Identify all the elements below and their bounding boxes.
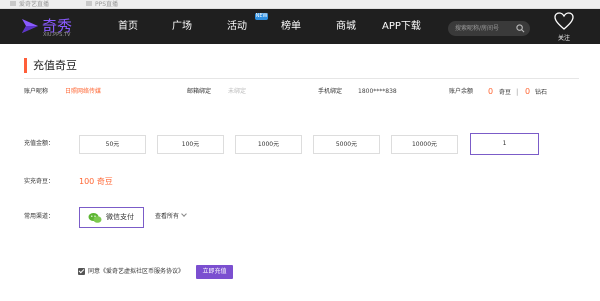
agreement-checkbox[interactable] <box>78 268 85 275</box>
site-logo[interactable]: 奇秀 XIU.PPS.TV <box>20 14 80 40</box>
amount-option-5000[interactable]: 5000元 <box>313 135 380 154</box>
wechat-icon <box>88 213 102 223</box>
agreement-text[interactable]: 同意《爱奇艺虚拟社区币服务协议》 <box>88 267 184 277</box>
nav-events[interactable]: 活动 <box>227 9 247 44</box>
bookmark-label: PPS直播 <box>95 1 119 8</box>
favicon-icon <box>86 1 92 6</box>
new-badge: NEW <box>255 13 268 20</box>
balance-label: 账户余额 <box>449 88 474 95</box>
phone-value: 1800****838 <box>358 88 397 95</box>
nav-app-download[interactable]: APP下载 <box>382 9 421 44</box>
favicon-icon <box>10 1 16 6</box>
recharge-submit-button[interactable]: 立即充值 <box>196 265 233 279</box>
bookmark-item[interactable]: 爱奇艺直播 <box>10 0 49 9</box>
follow-label: 关注 <box>557 35 570 42</box>
follow-button[interactable]: 关注 <box>553 11 575 42</box>
nav-rankings[interactable]: 榜单 <box>281 9 301 44</box>
qidou-unit: 奇豆 <box>499 89 512 96</box>
amount-option-100[interactable]: 100元 <box>157 135 224 154</box>
nav-home[interactable]: 首页 <box>118 9 138 44</box>
balance-separator: | <box>516 88 519 96</box>
top-navigation: 奇秀 XIU.PPS.TV 首页 广场 活动 NEW 榜单 商城 APP下载 搜… <box>0 9 600 44</box>
wechat-pay-option[interactable]: 微信支付 <box>79 207 144 228</box>
see-all-label: 查看所有 <box>155 213 180 220</box>
amount-option-10000[interactable]: 10000元 <box>391 135 458 154</box>
email-value: 未绑定 <box>228 88 247 95</box>
bookmark-bar: 爱奇艺直播 PPS直播 <box>0 0 600 9</box>
see-all-channels[interactable]: 查看所有 <box>155 211 187 222</box>
diamond-unit: 钻石 <box>535 89 548 96</box>
email-label: 邮箱绑定 <box>187 88 212 95</box>
nav-square[interactable]: 广场 <box>172 9 192 44</box>
logo-icon <box>22 19 38 33</box>
amount-option-1000[interactable]: 1000元 <box>235 135 302 154</box>
actual-qidou-label: 实充奇豆： <box>24 178 55 185</box>
search-input[interactable]: 搜索昵称/房间号 <box>455 21 499 36</box>
page-title: 充值奇豆 <box>33 59 77 72</box>
nickname-label: 账户昵称 <box>24 88 49 95</box>
nickname-value: 日照网络传媒 <box>65 88 102 95</box>
heart-icon <box>554 12 574 30</box>
phone-label: 手机绑定 <box>318 88 343 95</box>
wechat-pay-label: 微信支付 <box>106 213 134 221</box>
logo-subtext: XIU.PPS.TV <box>43 32 71 38</box>
bookmark-label: 爱奇艺直播 <box>19 1 50 8</box>
channel-label: 常用渠道： <box>24 213 55 220</box>
recharge-label: 充值金额： <box>24 140 55 147</box>
diamond-balance: 0 <box>525 87 531 96</box>
nav-store[interactable]: 商城 <box>336 9 356 44</box>
qidou-balance: 0 <box>488 87 494 96</box>
custom-amount-input[interactable]: 1 <box>470 133 539 155</box>
chevron-down-icon <box>181 211 187 217</box>
amount-option-50[interactable]: 50元 <box>79 135 146 154</box>
search-icon[interactable] <box>516 24 525 33</box>
actual-qidou-value: 100 奇豆 <box>79 177 113 186</box>
divider <box>24 78 579 79</box>
search-box[interactable]: 搜索昵称/房间号 <box>448 21 530 36</box>
bookmark-item[interactable]: PPS直播 <box>86 0 118 9</box>
title-accent-bar <box>24 58 27 73</box>
